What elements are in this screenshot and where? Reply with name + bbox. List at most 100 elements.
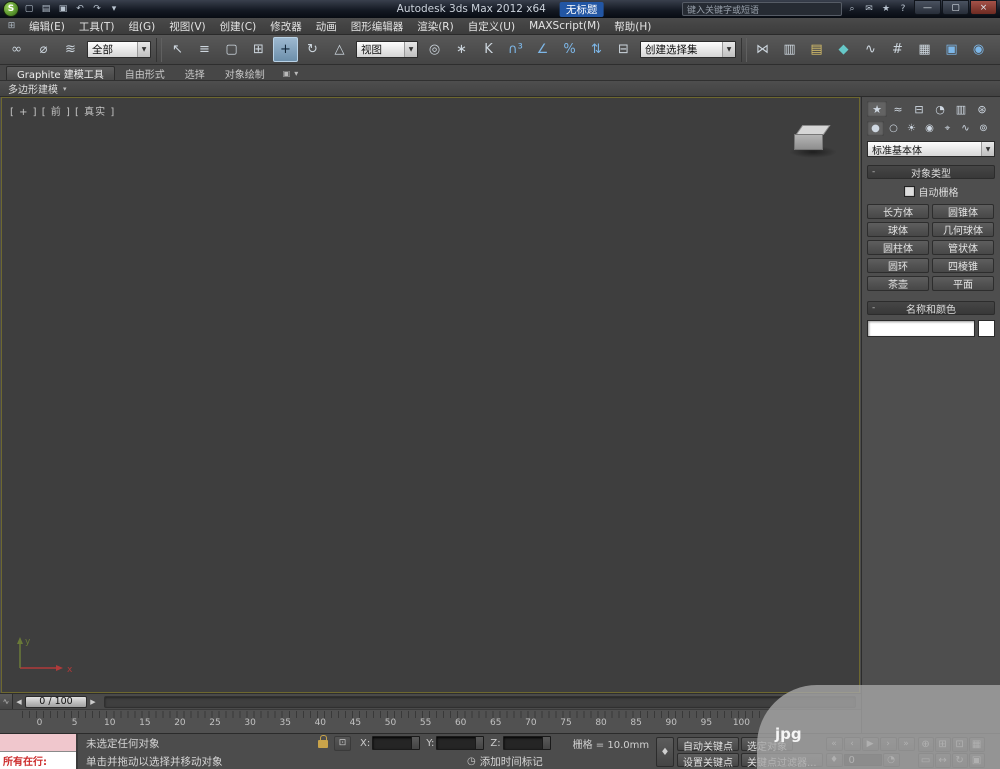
undo-icon[interactable]: ↶ — [72, 2, 88, 16]
track-bar[interactable]: 0 5 10 15 20 25 30 35 40 45 50 55 60 65 70 75 80 85 90 95 10… — [0, 709, 861, 733]
select-and-manipulate-icon[interactable]: ∗ — [449, 37, 474, 62]
helpers-category-icon[interactable]: ⌖ — [939, 121, 956, 136]
ribbon-tab[interactable]: 对象绘制 — [215, 66, 275, 81]
menu-item[interactable]: 视图(V) — [162, 18, 212, 34]
z-coordinate-input[interactable] — [502, 736, 551, 750]
reference-coordinate-dropdown[interactable]: 视图 ▼ — [356, 41, 418, 58]
open-mini-curve-editor-button[interactable]: ∿ — [0, 694, 13, 709]
listener-pane[interactable]: 所有在行: — [0, 752, 76, 769]
select-by-name-icon[interactable]: ≡ — [192, 37, 217, 62]
new-scene-icon[interactable]: ▢ — [21, 2, 37, 16]
zoom-all-icon[interactable]: ⊞ — [934, 736, 951, 752]
window-crossing-icon[interactable]: ⊞ — [246, 37, 271, 62]
graphite-ribbon-toggle-icon[interactable]: ◆ — [831, 37, 856, 62]
cylinder-button[interactable]: 圆柱体 — [867, 240, 929, 255]
menu-item[interactable]: 渲染(R) — [410, 18, 461, 34]
render-setup-icon[interactable]: ▦ — [912, 37, 937, 62]
rollout-object-type[interactable]: - 对象类型 — [867, 165, 995, 180]
time-slider-track[interactable] — [104, 695, 856, 708]
time-back-button[interactable]: ◀ — [13, 698, 25, 706]
select-and-scale-icon[interactable]: △ — [327, 37, 352, 62]
autogrid-checkbox[interactable] — [903, 186, 915, 197]
maximize-button[interactable]: ▢ — [942, 0, 969, 15]
pyramid-button[interactable]: 四棱锥 — [932, 258, 994, 273]
project-folder-icon[interactable]: ▾ — [106, 2, 122, 16]
sphere-button[interactable]: 球体 — [867, 222, 929, 237]
rendered-frame-window-icon[interactable]: ▣ — [939, 37, 964, 62]
save-file-icon[interactable]: ▣ — [55, 2, 71, 16]
viewcube-front-face[interactable] — [794, 134, 823, 150]
selected-objects-button[interactable]: 选定对象 — [741, 737, 793, 753]
auto-key-button[interactable]: 自动关键点 — [677, 737, 739, 753]
ribbon-tab[interactable]: 选择 — [175, 66, 215, 81]
zoom-extents-icon[interactable]: ⊡ — [951, 736, 968, 752]
select-object-icon[interactable]: ↖ — [165, 37, 190, 62]
macro-recorder-pane[interactable] — [0, 734, 76, 752]
polygon-modeling-panel[interactable]: 多边形建模 — [8, 81, 58, 96]
teapot-button[interactable]: 茶壶 — [867, 276, 929, 291]
select-and-rotate-icon[interactable]: ↻ — [300, 37, 325, 62]
selection-filter-dropdown[interactable]: 全部 ▼ — [87, 41, 151, 58]
layer-manager-icon[interactable]: ▤ — [804, 37, 829, 62]
menu-item[interactable]: 修改器 — [263, 18, 309, 34]
x-coordinate-input[interactable] — [372, 736, 421, 750]
time-slider-handle[interactable]: 0 / 100 — [25, 695, 87, 708]
mirror-icon[interactable]: ⋈ — [750, 37, 775, 62]
lights-category-icon[interactable]: ☀ — [903, 121, 920, 136]
hierarchy-tab-icon[interactable]: ⊟ — [909, 101, 929, 117]
y-coordinate-input[interactable] — [436, 736, 485, 750]
create-tab-icon[interactable]: ★ — [867, 101, 887, 117]
cone-button[interactable]: 圆锥体 — [932, 204, 994, 219]
render-production-icon[interactable]: ◉ — [966, 37, 991, 62]
menu-item[interactable]: 创建(C) — [213, 18, 264, 34]
shapes-category-icon[interactable]: ○ — [885, 121, 902, 136]
communication-center-icon[interactable]: ✉ — [861, 2, 877, 16]
selection-lock-icon[interactable] — [318, 735, 328, 748]
object-color-swatch[interactable] — [978, 320, 995, 337]
key-mode-toggle-icon[interactable]: ♦ — [825, 753, 843, 767]
next-frame-button[interactable]: › — [879, 737, 897, 751]
curve-editor-icon[interactable]: ∿ — [858, 37, 883, 62]
utilities-tab-icon[interactable]: ⊛ — [972, 101, 992, 117]
select-and-link-icon[interactable]: ∞ — [4, 37, 29, 62]
geometry-category-icon[interactable]: ● — [867, 121, 884, 136]
ribbon-minimize-arrow-icon[interactable]: ▾ — [294, 69, 298, 78]
absolute-mode-icon[interactable]: ⊡ — [334, 735, 351, 751]
plane-button[interactable]: 平面 — [932, 276, 994, 291]
ribbon-tab[interactable]: 自由形式 — [115, 66, 175, 81]
help-icon[interactable]: ? — [895, 2, 911, 16]
go-to-end-button[interactable]: » — [897, 737, 915, 751]
minimize-button[interactable]: — — [914, 0, 941, 15]
ribbon-tab[interactable]: Graphite 建模工具 — [6, 66, 115, 81]
favorites-star-icon[interactable]: ★ — [878, 2, 894, 16]
time-configuration-icon[interactable]: ◔ — [882, 753, 900, 767]
edit-named-selection-sets-icon[interactable]: ⊟ — [611, 37, 636, 62]
systems-category-icon[interactable]: ⊚ — [975, 121, 992, 136]
tube-button[interactable]: 管状体 — [932, 240, 994, 255]
go-to-start-button[interactable]: « — [825, 737, 843, 751]
zoom-icon[interactable]: ⊕ — [917, 736, 934, 752]
viewcube[interactable] — [785, 122, 841, 164]
primitive-category-dropdown[interactable]: 标准基本体 ▼ — [867, 141, 995, 157]
spinner-snap-icon[interactable]: ⇅ — [584, 37, 609, 62]
orbit-icon[interactable]: ↻ — [951, 752, 968, 768]
play-button[interactable]: ▶ — [861, 737, 879, 751]
select-and-move-icon[interactable]: + — [273, 37, 298, 62]
close-button[interactable]: × — [970, 0, 997, 15]
infocenter-search-box[interactable]: 键入关键字或短语 — [682, 2, 842, 16]
keyboard-shortcut-override-icon[interactable]: K — [476, 37, 501, 62]
object-name-input[interactable] — [867, 320, 975, 337]
search-input[interactable]: 键入关键字或短语 — [687, 3, 759, 16]
snaps-toggle-icon[interactable]: ∩³ — [503, 37, 528, 62]
set-key-button[interactable]: 设置关键点 — [677, 753, 739, 769]
menu-item[interactable]: 编辑(E) — [22, 18, 72, 34]
named-selection-sets-dropdown[interactable]: 创建选择集 ▼ — [640, 41, 736, 58]
align-icon[interactable]: ▥ — [777, 37, 802, 62]
modify-tab-icon[interactable]: ≈ — [888, 101, 908, 117]
pan-icon[interactable]: ↔ — [934, 752, 951, 768]
add-time-tag-button[interactable]: 添加时间标记 — [480, 754, 543, 769]
previous-frame-button[interactable]: ‹ — [843, 737, 861, 751]
open-file-icon[interactable]: ▤ — [38, 2, 54, 16]
menu-item[interactable]: 自定义(U) — [461, 18, 522, 34]
set-key-big-button[interactable]: ♦ — [656, 737, 674, 767]
